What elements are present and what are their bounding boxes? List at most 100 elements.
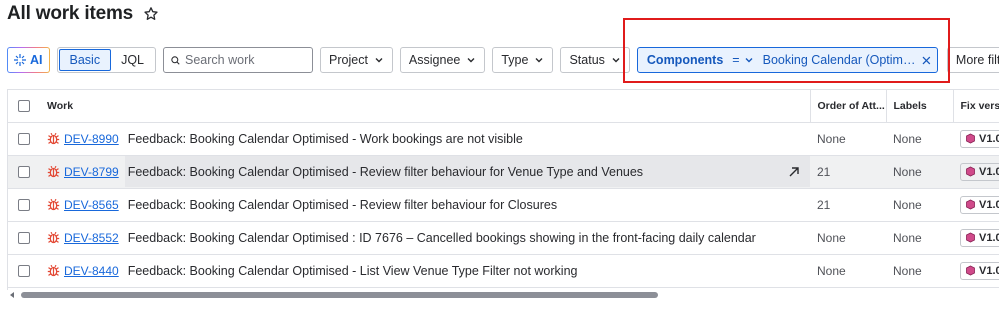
page-title: All work items <box>7 3 134 24</box>
search-icon <box>171 55 180 65</box>
work-item-key-link[interactable]: DEV-8440 <box>64 264 119 278</box>
operator-select[interactable]: = <box>732 53 753 67</box>
work-item-key-link[interactable]: DEV-8990 <box>64 132 119 146</box>
column-header-order[interactable]: Order of Att... <box>809 90 886 123</box>
work-item-key-link[interactable]: DEV-8565 <box>64 198 119 212</box>
order-cell: None <box>810 221 886 255</box>
search-box <box>163 47 314 73</box>
row-select-cell <box>8 155 40 189</box>
work-item-summary: Feedback: Booking Calendar Optimised - R… <box>127 164 644 179</box>
fix-version-chip[interactable]: V1.0 <box>960 195 999 214</box>
table-row[interactable]: DEV-8799 Feedback: Booking Calendar Optim… <box>8 155 999 189</box>
fix-version-chip[interactable]: V1.0 <box>960 228 999 247</box>
mode-jql[interactable]: JQL <box>111 49 154 71</box>
column-header-fix-versions[interactable]: Fix versions <box>952 90 999 123</box>
type-filter[interactable]: Type <box>492 47 554 73</box>
row-select-cell <box>8 188 40 222</box>
labels-cell: None <box>886 122 953 156</box>
fix-version-label: V1.0 <box>979 198 999 211</box>
fix-version-chip[interactable]: V1.0 <box>960 261 999 280</box>
fix-version-label: V1.0 <box>979 132 999 145</box>
row-checkbox[interactable] <box>18 166 30 179</box>
close-icon[interactable] <box>922 56 931 65</box>
work-cell: DEV-8799 Feedback: Booking Calendar Optim… <box>40 155 810 189</box>
summary-cell[interactable]: Feedback: Booking Calendar Optimised - R… <box>125 189 810 220</box>
bug-icon <box>47 264 60 277</box>
work-cell: DEV-8552 Feedback: Booking Calendar Optim… <box>40 221 810 255</box>
table-row[interactable]: DEV-8552 Feedback: Booking Calendar Optim… <box>8 221 999 255</box>
column-header-work[interactable]: Work <box>40 90 810 123</box>
fix-version-cell: V1.0 <box>953 155 999 189</box>
ai-button[interactable]: AI <box>7 47 50 73</box>
chevron-down-icon <box>467 58 475 63</box>
fix-version-chip[interactable]: V1.0 <box>960 162 999 181</box>
column-header-labels[interactable]: Labels <box>885 90 953 123</box>
package-icon <box>966 199 975 210</box>
fix-version-label: V1.0 <box>979 264 999 277</box>
star-icon[interactable] <box>143 6 159 22</box>
work-items-table: Work Order of Att... Labels Fix versions… <box>7 89 999 290</box>
search-mode-toggle: Basic JQL <box>56 47 157 73</box>
row-select-cell <box>8 254 40 288</box>
order-cell: None <box>810 254 886 288</box>
fix-version-cell: V1.0 <box>953 254 999 288</box>
work-item-summary: Feedback: Booking Calendar Optimised - W… <box>127 131 523 146</box>
components-filter-value[interactable]: Booking Calendar (Optimised) <box>763 53 917 67</box>
work-item-summary: Feedback: Booking Calendar Optimised : I… <box>127 230 756 245</box>
search-input[interactable] <box>185 53 306 67</box>
order-cell: None <box>810 122 886 156</box>
more-filters-button[interactable]: More filters <box>946 47 999 73</box>
row-select-cell <box>8 122 40 156</box>
summary-cell[interactable]: Feedback: Booking Calendar Optimised - R… <box>124 156 810 187</box>
assignee-filter-label: Assignee <box>408 53 461 67</box>
work-item-key-link[interactable]: DEV-8552 <box>64 231 119 245</box>
project-filter-label: Project <box>329 53 368 67</box>
work-item-summary: Feedback: Booking Calendar Optimised - L… <box>127 263 578 278</box>
open-arrow-icon[interactable] <box>788 166 800 178</box>
package-icon <box>966 133 975 144</box>
row-checkbox[interactable] <box>18 265 30 278</box>
fix-version-label: V1.0 <box>979 165 999 178</box>
row-checkbox[interactable] <box>18 199 30 212</box>
row-checkbox[interactable] <box>18 133 30 146</box>
scrollbar-thumb[interactable] <box>21 292 658 298</box>
page-header: All work items <box>7 2 159 26</box>
work-cell: DEV-8565 Feedback: Booking Calendar Optim… <box>40 188 810 222</box>
fix-version-chip[interactable]: V1.0 <box>960 129 999 148</box>
mode-basic[interactable]: Basic <box>58 49 112 71</box>
filter-bar: AI Basic JQL Project Assignee Type Statu… <box>7 46 999 74</box>
scroll-left-icon[interactable] <box>10 292 14 298</box>
package-icon <box>966 232 975 243</box>
summary-cell[interactable]: Feedback: Booking Calendar Optimised : I… <box>125 222 810 253</box>
horizontal-scrollbar[interactable] <box>7 290 999 300</box>
summary-cell[interactable]: Feedback: Booking Calendar Optimised - W… <box>125 123 810 154</box>
components-filter-chip[interactable]: Components = Booking Calendar (Optimised… <box>636 47 938 73</box>
table-row[interactable]: DEV-8990 Feedback: Booking Calendar Optim… <box>8 122 999 156</box>
table-row[interactable]: DEV-8440 Feedback: Booking Calendar Optim… <box>8 254 999 288</box>
select-all-checkbox[interactable] <box>18 99 30 112</box>
status-filter[interactable]: Status <box>560 47 630 73</box>
select-all-cell <box>8 90 40 123</box>
package-icon <box>966 166 975 177</box>
work-item-key-link[interactable]: DEV-8799 <box>64 165 119 179</box>
chevron-down-icon <box>375 58 383 63</box>
work-item-summary: Feedback: Booking Calendar Optimised - R… <box>127 197 558 212</box>
labels-cell: None <box>886 254 953 288</box>
components-filter-key: Components <box>646 53 724 67</box>
project-filter[interactable]: Project <box>320 47 393 73</box>
labels-cell: None <box>886 155 953 189</box>
operator-label: = <box>732 53 740 67</box>
assignee-filter[interactable]: Assignee <box>399 47 486 73</box>
bug-icon <box>47 132 60 145</box>
summary-cell[interactable]: Feedback: Booking Calendar Optimised - L… <box>125 255 810 286</box>
bug-icon <box>47 198 60 211</box>
row-checkbox[interactable] <box>18 232 30 245</box>
labels-cell: None <box>886 188 953 222</box>
fix-version-label: V1.0 <box>979 231 999 244</box>
fix-version-cell: V1.0 <box>953 221 999 255</box>
fix-version-cell: V1.0 <box>953 122 999 156</box>
more-filters-label: More filters <box>955 53 999 67</box>
labels-cell: None <box>886 221 953 255</box>
chevron-down-icon <box>535 58 543 63</box>
table-row[interactable]: DEV-8565 Feedback: Booking Calendar Optim… <box>8 188 999 222</box>
